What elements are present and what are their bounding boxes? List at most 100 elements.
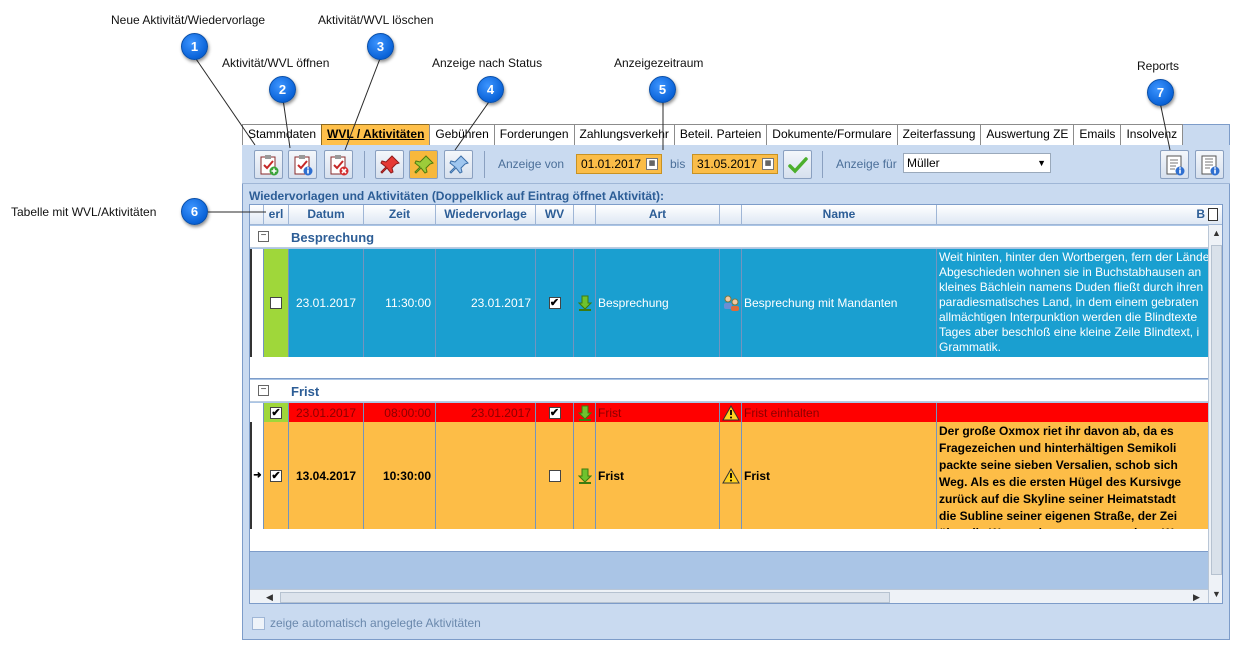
erl-checkbox[interactable]: ✔: [270, 469, 282, 482]
pin-blue-icon: [448, 154, 469, 174]
status-open-button[interactable]: [375, 150, 404, 179]
col-zeit[interactable]: Zeit: [364, 205, 436, 225]
tab-emails[interactable]: Emails: [1073, 124, 1122, 145]
date-from-input[interactable]: 01.01.2017 ▦: [576, 154, 662, 174]
new-activity-button[interactable]: [254, 150, 283, 179]
col-erl[interactable]: erl: [264, 205, 289, 225]
tab-wvl-aktivitaeten[interactable]: WVL / Aktivitäten: [321, 124, 431, 145]
auto-activities-toggle[interactable]: zeige automatisch angelegte Aktivitäten: [252, 616, 481, 630]
tab-zahlungsverkehr[interactable]: Zahlungsverkehr: [573, 124, 675, 145]
col-beschreibung[interactable]: B: [937, 205, 1222, 225]
apply-date-button[interactable]: [783, 150, 812, 179]
tab-zeiterfassung[interactable]: Zeiterfassung: [896, 124, 982, 145]
report-list-info-icon: [1201, 155, 1219, 175]
arrow-down-icon: [577, 468, 592, 484]
horizontal-scrollbar[interactable]: ◀ ▶: [250, 589, 1208, 603]
tab-bar: Stammdaten WVL / Aktivitäten Gebühren Fo…: [242, 124, 1184, 145]
report-button-2[interactable]: [1195, 150, 1224, 179]
row-indicator: ➜: [250, 422, 264, 529]
vertical-scroll-thumb[interactable]: [1211, 245, 1222, 575]
erl-checkbox-cell[interactable]: ✔: [264, 403, 289, 422]
activity-table[interactable]: erl Datum Zeit Wiedervorlage WV Art Name…: [249, 204, 1223, 604]
callout-label-3: Aktivität/WVL löschen: [318, 13, 434, 27]
bis-label: bis: [670, 157, 686, 171]
col-wiedervorlage[interactable]: Wiedervorlage: [436, 205, 536, 225]
tab-beteil-parteien[interactable]: Beteil. Parteien: [673, 124, 768, 145]
collapse-icon[interactable]: −: [258, 231, 269, 242]
zeit-cell: 11:30:00: [364, 249, 436, 357]
erl-checkbox[interactable]: ✔: [270, 297, 282, 309]
horizontal-scroll-thumb[interactable]: [280, 592, 890, 603]
scroll-left-icon[interactable]: ◀: [266, 592, 273, 603]
art-cell: Frist: [596, 403, 720, 422]
scroll-up-icon[interactable]: ▲: [1212, 228, 1221, 238]
wiedervorlage-cell: [436, 422, 536, 529]
erl-checkbox-cell[interactable]: ✔: [264, 249, 289, 357]
report-info-icon: [1166, 155, 1184, 175]
table-row[interactable]: ✔ 23.01.2017 08:00:00 23.01.2017 ✔ Frist…: [250, 403, 1208, 422]
date-to-input[interactable]: 31.05.2017 ▦: [692, 154, 778, 174]
datum-cell: 23.01.2017: [289, 249, 364, 357]
calendar-icon[interactable]: ▦: [762, 158, 774, 170]
table-row-selected[interactable]: ➜ ✔ 13.04.2017 10:30:00 Frist Frist Der …: [250, 422, 1208, 529]
tab-auswertung-ze[interactable]: Auswertung ZE: [980, 124, 1075, 145]
auto-activities-label: zeige automatisch angelegte Aktivitäten: [270, 616, 481, 630]
zeit-cell: 08:00:00: [364, 403, 436, 422]
scroll-down-icon[interactable]: ▼: [1212, 589, 1221, 599]
callout-badge-2: 2: [269, 76, 296, 103]
col-art[interactable]: Art: [596, 205, 720, 225]
pin-red-icon: [379, 154, 400, 174]
wv-checkbox[interactable]: ✔: [548, 297, 561, 309]
art-cell: Frist: [596, 422, 720, 529]
group-name: Frist: [291, 384, 320, 399]
wv-checkbox-cell[interactable]: ✔: [536, 403, 574, 422]
report-button-1[interactable]: [1160, 150, 1189, 179]
datum-cell: 23.01.2017: [289, 403, 364, 422]
group-header-besprechung[interactable]: − Besprechung: [250, 226, 1208, 248]
group-header-frist[interactable]: − Frist: [250, 380, 1208, 402]
calendar-icon[interactable]: ▦: [646, 158, 658, 170]
callout-badge-5: 5: [649, 76, 676, 103]
erl-checkbox[interactable]: ✔: [270, 406, 282, 419]
wv-checkbox-cell[interactable]: [536, 422, 574, 529]
auto-activities-checkbox[interactable]: [252, 616, 265, 630]
arrow-down-icon: [577, 405, 592, 421]
tab-insolvenz[interactable]: Insolvenz: [1120, 124, 1184, 145]
checkmark-icon: [787, 156, 808, 174]
callout-label-5: Anzeigezeitraum: [614, 56, 704, 70]
anzeige-fuer-select[interactable]: Müller ▼: [903, 153, 1051, 173]
toolbar: Anzeige von 01.01.2017 ▦ bis 31.05.2017 …: [242, 145, 1230, 184]
tab-gebuehren[interactable]: Gebühren: [429, 124, 495, 145]
scroll-right-icon[interactable]: ▶: [1193, 592, 1200, 603]
wv-checkbox[interactable]: ✔: [548, 406, 561, 419]
col-datum[interactable]: Datum: [289, 205, 364, 225]
wv-checkbox-cell[interactable]: ✔: [536, 249, 574, 357]
beschreibung-cell: Weit hinten, hinter den Wortbergen, fern…: [939, 250, 1208, 354]
tab-stammdaten[interactable]: Stammdaten: [242, 124, 323, 145]
date-from-value: 01.01.2017: [581, 157, 642, 171]
wv-checkbox[interactable]: [548, 469, 561, 482]
people-meeting-icon: [723, 295, 739, 311]
collapse-icon[interactable]: −: [258, 385, 269, 396]
datum-cell: 13.04.2017: [289, 422, 364, 529]
col-wv[interactable]: WV: [536, 205, 574, 225]
warning-icon: [721, 467, 740, 483]
tab-forderungen[interactable]: Forderungen: [493, 124, 575, 145]
column-chooser-icon[interactable]: [1208, 208, 1218, 221]
beschreibung-cell: [937, 403, 1208, 422]
vertical-scrollbar[interactable]: ▲ ▼: [1208, 225, 1222, 603]
delete-activity-button[interactable]: [324, 150, 353, 179]
chevron-down-icon: ▼: [1037, 158, 1046, 168]
table-header: erl Datum Zeit Wiedervorlage WV Art Name…: [250, 205, 1222, 225]
clipboard-info-icon: [294, 154, 312, 175]
status-all-button[interactable]: [409, 150, 438, 179]
warning-icon: [721, 404, 740, 420]
table-row[interactable]: ✔ 23.01.2017 11:30:00 23.01.2017 ✔ Bespr…: [250, 249, 1208, 357]
type-cell: [720, 249, 742, 357]
name-cell: Frist: [742, 422, 937, 529]
tab-dokumente-formulare[interactable]: Dokumente/Formulare: [766, 124, 898, 145]
status-done-button[interactable]: [444, 150, 473, 179]
open-activity-button[interactable]: [288, 150, 317, 179]
col-name[interactable]: Name: [742, 205, 937, 225]
erl-checkbox-cell[interactable]: ✔: [264, 422, 289, 529]
